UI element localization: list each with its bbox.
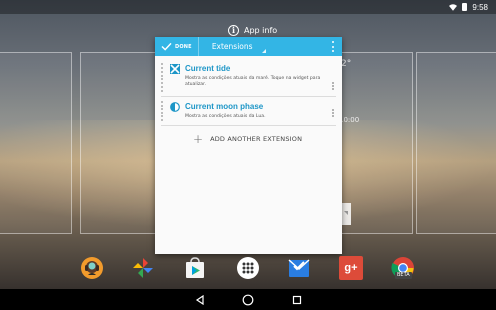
drag-handle-icon[interactable] [161, 63, 164, 92]
extension-title: Current tide [185, 64, 231, 73]
chrome-beta-icon[interactable]: BETA [391, 256, 415, 280]
wifi-icon [449, 3, 458, 11]
app-info-drop-target[interactable]: i App info [228, 23, 277, 37]
inbox-icon[interactable] [287, 256, 311, 280]
google-plus-label: g+ [344, 262, 358, 274]
row-menu-icon[interactable] [331, 82, 334, 90]
caller-app-icon[interactable] [80, 256, 104, 280]
home-button[interactable] [241, 293, 255, 307]
info-icon: i [228, 24, 239, 36]
extensions-dialog: DONE Extensions Current tide Mostra as c… [155, 37, 342, 254]
home-page-left-edge[interactable] [0, 52, 72, 234]
drag-handle-icon[interactable] [161, 101, 164, 121]
extension-row-moon[interactable]: Current moon phase Mostra as condições a… [161, 99, 336, 126]
widget-resize-handle[interactable] [341, 203, 351, 225]
widget-temperature: 2° [341, 59, 352, 69]
extension-description: Mostra as condições atuais da maré. Toqu… [185, 76, 321, 87]
tide-icon [170, 64, 180, 74]
photos-icon[interactable] [131, 256, 155, 280]
status-bar: 9:58 [0, 0, 496, 14]
play-store-icon[interactable] [183, 256, 207, 280]
extension-row-tide[interactable]: Current tide Mostra as condições atuais … [161, 61, 336, 97]
extensions-spinner[interactable]: Extensions [199, 37, 267, 56]
dialog-action-bar: DONE Extensions [155, 37, 342, 56]
home-page-left[interactable] [80, 52, 156, 234]
google-plus-icon[interactable]: g+ [339, 256, 363, 280]
back-icon [195, 295, 204, 305]
home-icon [242, 294, 254, 306]
done-button[interactable]: DONE [155, 37, 199, 56]
overflow-menu-icon[interactable] [331, 41, 334, 52]
recents-button[interactable] [290, 293, 304, 307]
moon-phase-icon [170, 102, 180, 112]
home-page-right[interactable]: 2° 10:00 [339, 52, 413, 234]
add-extension-button[interactable]: + ADD ANOTHER EXTENSION [193, 133, 302, 145]
app-info-label: App info [244, 25, 278, 35]
status-time: 9:58 [472, 2, 488, 12]
battery-icon [462, 3, 468, 11]
plus-icon: + [193, 132, 204, 146]
spinner-caret-icon [261, 49, 266, 53]
done-label: DONE [175, 43, 192, 50]
recents-icon [292, 295, 302, 305]
beta-badge: BETA [395, 272, 412, 279]
extension-description: Mostra as condições atuais da Lua. [185, 114, 266, 119]
row-menu-icon[interactable] [331, 109, 334, 117]
home-page-right-edge[interactable] [416, 52, 496, 234]
add-extension-label: ADD ANOTHER EXTENSION [210, 135, 303, 143]
back-button[interactable] [193, 293, 207, 307]
app-drawer-icon[interactable] [236, 256, 260, 280]
navigation-bar [0, 289, 496, 310]
extension-title: Current moon phase [185, 102, 264, 111]
dialog-title: Extensions [211, 42, 253, 51]
dock: g+ BETA [0, 256, 496, 284]
check-icon [161, 42, 172, 51]
widget-clock: 10:00 [339, 116, 360, 124]
